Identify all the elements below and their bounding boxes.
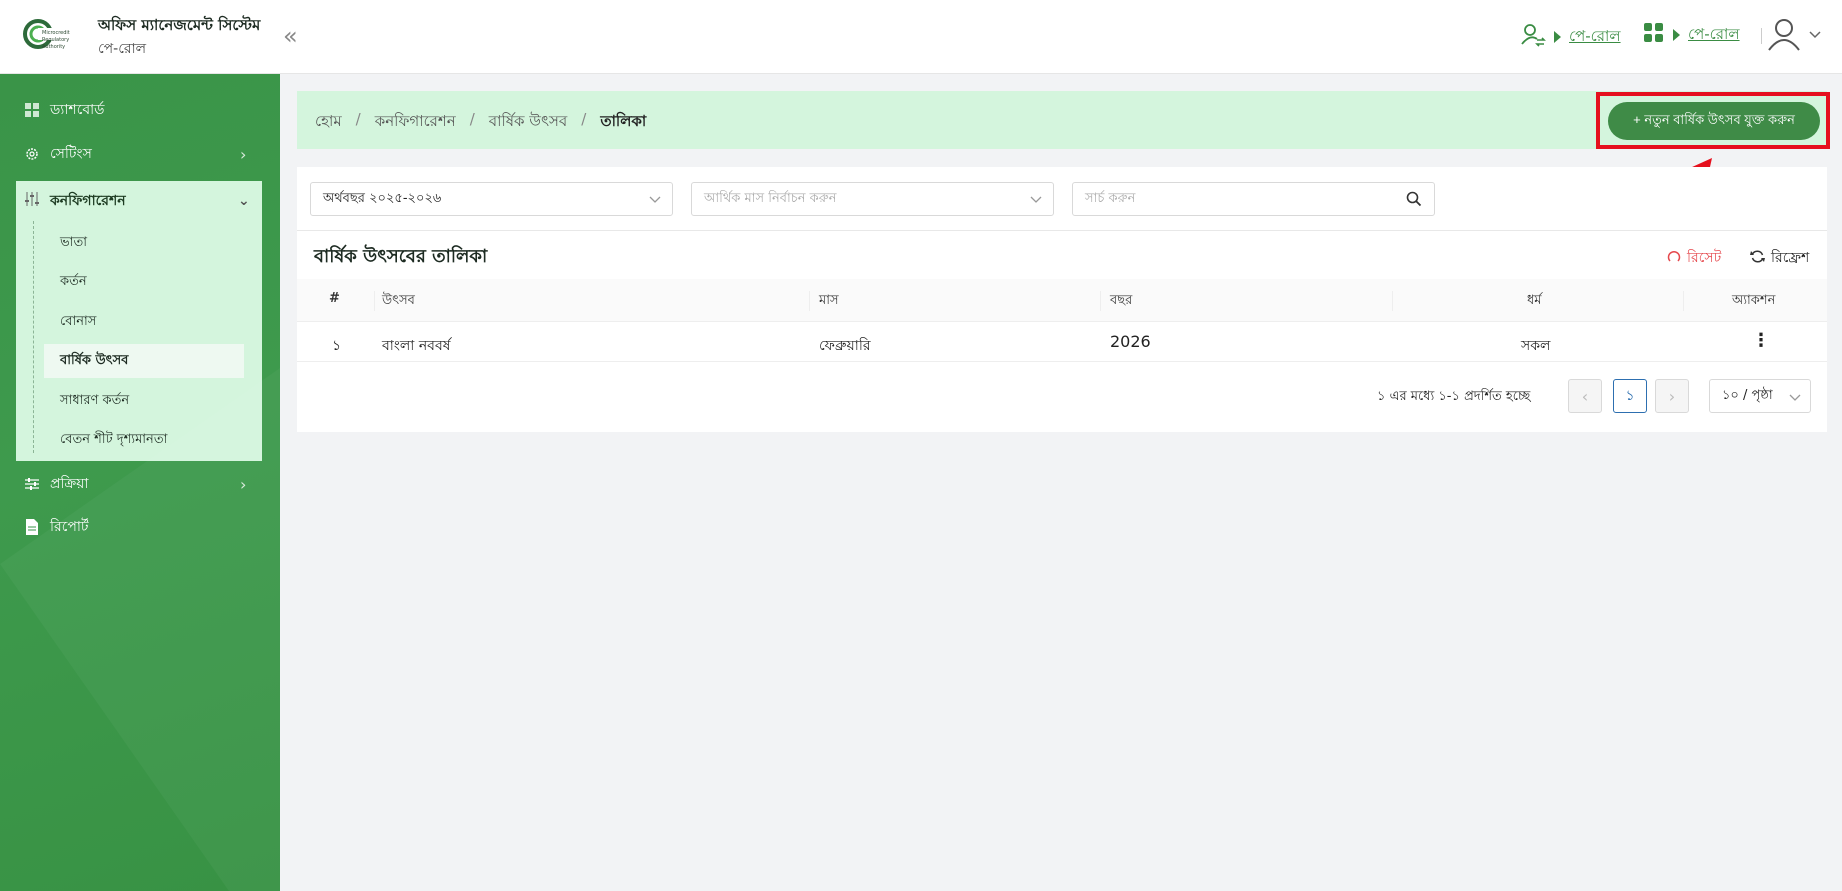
chevron-right-icon: › xyxy=(240,474,247,494)
table-row: ১ বাংলা নববর্ষ ফেব্রুয়ারি 2026 সকল ⋮ xyxy=(297,322,1827,362)
sidebar-item-settings[interactable]: সেটিংস › xyxy=(0,134,280,174)
column-divider xyxy=(1392,291,1393,311)
breadcrumb-configuration[interactable]: কনফিগারেশন xyxy=(375,110,456,135)
process-icon xyxy=(24,476,40,492)
breadcrumb-separator: / xyxy=(469,110,475,128)
column-header-year: বছর xyxy=(1110,293,1133,308)
chevron-down-icon xyxy=(1788,390,1802,408)
caret-right-icon xyxy=(1554,31,1561,43)
search-icon[interactable] xyxy=(1406,191,1422,211)
cell-religion: সকল xyxy=(1521,338,1551,354)
reset-icon xyxy=(1667,249,1681,267)
column-divider xyxy=(1683,291,1684,311)
column-divider xyxy=(809,291,810,311)
festival-list-panel: অর্থবছর ২০২৫-২০২৬ আর্থিক মাস নির্বাচন কর… xyxy=(297,167,1827,432)
page-size-value: ১০ / পৃষ্ঠা xyxy=(1722,387,1773,403)
dashboard-icon xyxy=(24,102,40,118)
submenu-item-annual-festival[interactable]: বার্ষিক উৎসব xyxy=(44,344,244,378)
cell-year: 2026 xyxy=(1110,332,1151,351)
search-placeholder: সার্চ করুন xyxy=(1085,190,1136,206)
sidebar-item-configuration[interactable]: কনফিগারেশন ⌄ xyxy=(16,181,262,221)
chevron-down-icon xyxy=(648,192,662,210)
logo: Microcredit Regulatory Authority xyxy=(22,14,72,58)
month-placeholder: আর্থিক মাস নির্বাচন করুন xyxy=(704,190,837,206)
breadcrumb-current: তালিকা xyxy=(600,112,647,130)
sidebar-item-label: ড্যাশবোর্ড xyxy=(50,102,105,118)
submenu-item-deduction[interactable]: কর্তন xyxy=(44,265,244,299)
fiscal-year-value: অর্থবছর ২০২৫-২০২৬ xyxy=(323,190,442,206)
sidebar-item-label: কনফিগারেশন xyxy=(50,193,126,209)
cell-festival: বাংলা নববর্ষ xyxy=(382,338,451,354)
refresh-button[interactable]: রিফ্রেশ xyxy=(1750,246,1809,270)
svg-text:Authority: Authority xyxy=(42,44,65,50)
sidebar-item-label: প্রক্রিয়া xyxy=(50,476,89,492)
column-header-index: # xyxy=(329,291,340,306)
sliders-icon xyxy=(24,191,40,211)
submenu-guide-line xyxy=(33,221,34,453)
breadcrumb: হোম / কনফিগারেশন / বার্ষিক উৎসব / তালিকা xyxy=(315,110,646,135)
sidebar-item-process[interactable]: প্রক্রিয়া › xyxy=(0,464,280,504)
submenu-item-allowance[interactable]: ভাতা xyxy=(44,226,244,260)
sidebar-item-label: সেটিংস xyxy=(50,146,92,162)
payroll-link-2-label[interactable]: পে-রোল xyxy=(1688,23,1740,48)
pagination-prev-button[interactable]: ‹ xyxy=(1568,379,1602,413)
fiscal-year-select[interactable]: অর্থবছর ২০২৫-২০২৬ xyxy=(310,182,673,216)
chevron-down-icon[interactable] xyxy=(1808,26,1822,45)
breadcrumb-separator: / xyxy=(581,110,587,128)
user-avatar-icon[interactable] xyxy=(1766,16,1802,56)
sidebar-item-report[interactable]: রিপোর্ট xyxy=(0,507,280,547)
sidebar-item-label: রিপোর্ট xyxy=(50,519,89,535)
submenu-item-general-deduction[interactable]: সাধারণ কর্তন xyxy=(44,384,244,418)
chevron-down-icon: ⌄ xyxy=(238,193,250,209)
chevron-right-icon: › xyxy=(240,144,247,164)
submenu-item-salary-sheet-visibility[interactable]: বেতন শীট দৃশ্যমানতা xyxy=(44,423,244,457)
divider xyxy=(297,230,1827,231)
cell-month: ফেব্রুয়ারি xyxy=(819,338,871,354)
month-select[interactable]: আর্থিক মাস নির্বাচন করুন xyxy=(691,182,1054,216)
search-input[interactable]: সার্চ করুন xyxy=(1072,182,1435,216)
breadcrumb-separator: / xyxy=(355,110,361,128)
column-header-action: অ্যাকশন xyxy=(1732,293,1776,308)
column-header-festival: উৎসব xyxy=(382,293,415,308)
payroll-link-1-label[interactable]: পে-রোল xyxy=(1569,25,1621,50)
highlight-box xyxy=(1596,92,1830,149)
document-icon xyxy=(24,519,40,535)
collapse-sidebar-button[interactable]: « xyxy=(283,22,298,50)
pagination-page-button[interactable]: ১ xyxy=(1613,379,1647,413)
reset-label: রিসেট xyxy=(1687,250,1722,266)
apps-grid-icon xyxy=(1643,22,1665,48)
sidebar-config-group: কনফিগারেশন ⌄ ভাতা কর্তন বোনাস বার্ষিক উৎ… xyxy=(16,181,262,461)
user-switch-icon xyxy=(1520,22,1546,52)
payroll-link-1[interactable]: পে-রোল xyxy=(1520,22,1621,52)
chevron-down-icon xyxy=(1029,192,1043,210)
column-header-month: মাস xyxy=(819,293,839,308)
header-divider xyxy=(1761,28,1762,44)
table-header: # উৎসব মাস বছর ধর্ম অ্যাকশন xyxy=(297,279,1827,322)
sidebar: ড্যাশবোর্ড সেটিংস › কনফিগারেশন ⌄ ভাতা কর… xyxy=(0,74,280,891)
submenu-item-bonus[interactable]: বোনাস xyxy=(44,305,244,339)
caret-right-icon xyxy=(1673,29,1680,41)
column-header-religion: ধর্ম xyxy=(1527,293,1542,308)
refresh-icon xyxy=(1750,249,1765,268)
breadcrumb-home[interactable]: হোম xyxy=(315,110,342,135)
page-size-select[interactable]: ১০ / পৃষ্ঠা xyxy=(1709,379,1811,413)
cell-index: ১ xyxy=(332,338,342,354)
column-divider xyxy=(374,291,375,311)
payroll-link-2[interactable]: পে-রোল xyxy=(1643,22,1740,48)
pagination-info: ১ এর মধ্যে ১-১ প্রদর্শিত হচ্ছে xyxy=(1377,389,1531,404)
table-title: বার্ষিক উৎসবের তালিকা xyxy=(314,246,488,267)
column-divider xyxy=(1100,291,1101,311)
top-header: Microcredit Regulatory Authority অফিস ম্… xyxy=(0,0,1842,74)
app-title: অফিস ম্যানেজমেন্ট সিস্টেম xyxy=(98,16,261,34)
refresh-label: রিফ্রেশ xyxy=(1771,250,1810,266)
svg-text:Regulatory: Regulatory xyxy=(42,37,69,43)
pagination-next-button[interactable]: › xyxy=(1655,379,1689,413)
svg-text:Microcredit: Microcredit xyxy=(42,30,70,36)
gear-icon xyxy=(24,146,40,162)
more-vertical-icon[interactable]: ⋮ xyxy=(1752,330,1770,351)
sidebar-item-dashboard[interactable]: ড্যাশবোর্ড xyxy=(0,90,280,130)
reset-button[interactable]: রিসেট xyxy=(1667,246,1721,270)
breadcrumb-annual-festival[interactable]: বার্ষিক উৎসব xyxy=(489,110,567,135)
app-subtitle: পে-রোল xyxy=(98,41,147,57)
